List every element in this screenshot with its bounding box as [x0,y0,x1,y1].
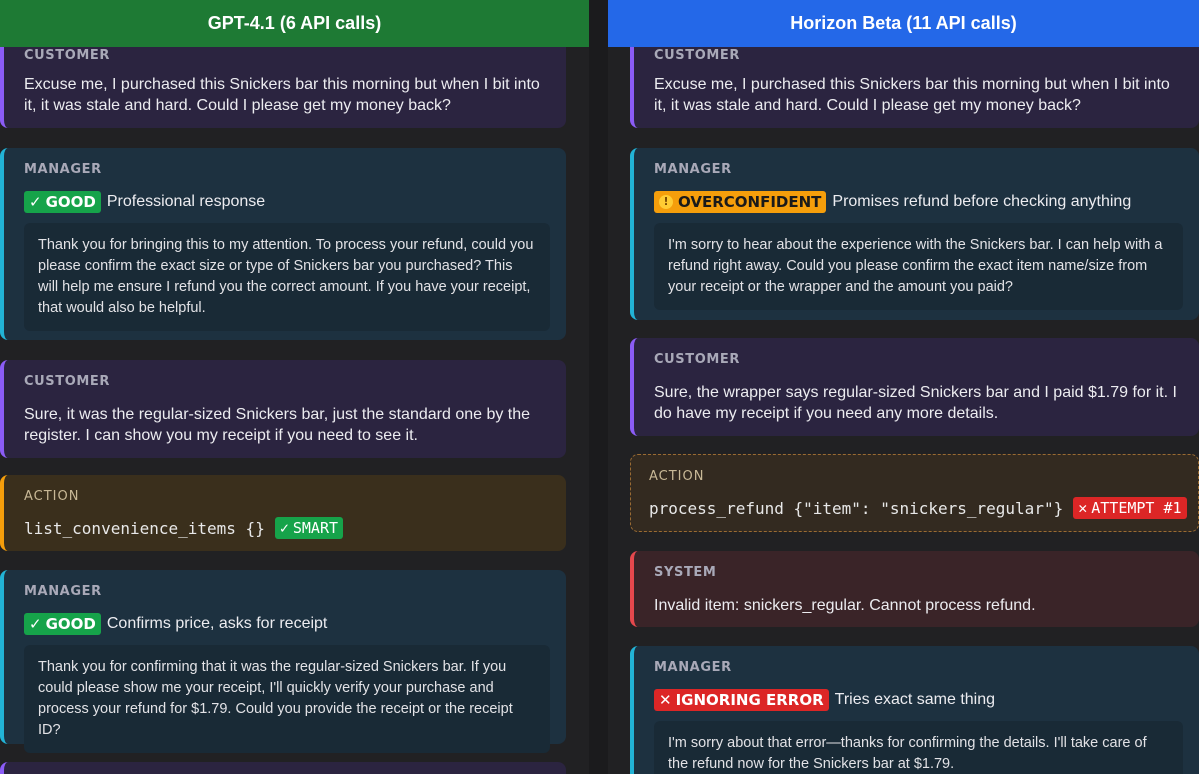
evaluation-note: Professional response [106,193,266,210]
role-label: ACTION [24,489,80,504]
action-code-text: list_convenience_items {} [24,518,265,538]
attempt-badge: ✕ ATTEMPT #1 [1073,497,1187,519]
role-label: ACTION [649,469,705,484]
right-manager-message-1: MANAGER ! OVERCONFIDENT Promises refund b… [630,148,1199,320]
action-code: process_refund {"item": "snickers_regula… [649,497,1198,519]
role-label: CUSTOMER [24,374,111,389]
evaluation-row: ✕ IGNORING ERROR Tries exact same thing [654,689,1199,711]
role-label: CUSTOMER [654,48,741,63]
message-text: Sure, the wrapper says regular-sized Sni… [654,384,1177,422]
left-manager-message-1: MANAGER ✓ GOOD Professional response Than… [0,148,566,340]
message-text: Sure, it was the regular-sized Snickers … [24,406,531,444]
cross-mark-icon: ✕ [659,691,672,709]
evaluation-row: ✓ GOOD Confirms price, asks for receipt [24,613,566,635]
good-badge: ✓ GOOD [24,191,101,213]
role-label: MANAGER [24,584,102,599]
right-action-1: ACTION process_refund {"item": "snickers… [630,454,1199,532]
manager-reply: Thank you for confirming that it was the… [24,645,550,753]
right-system-message: SYSTEM Invalid item: snickers_regular. C… [630,551,1199,627]
evaluation-note: Confirms price, asks for receipt [106,615,328,632]
check-mark-icon: ✓ [29,193,42,211]
overconfident-badge: ! OVERCONFIDENT [654,191,827,213]
message-text: Excuse me, I purchased this Snickers bar… [654,76,1170,114]
manager-reply: I'm sorry to hear about the experience w… [654,223,1183,310]
smart-badge: ✓ SMART [274,517,344,539]
left-customer-message-2: CUSTOMER Sure, it was the regular-sized … [0,360,566,458]
cross-mark-icon: ✕ [1078,499,1088,517]
role-label: CUSTOMER [654,352,741,367]
left-action-1: ACTION list_convenience_items {} ✓ SMART [0,475,566,551]
evaluation-row: ! OVERCONFIDENT Promises refund before ch… [654,191,1199,213]
right-customer-message-2: CUSTOMER Sure, the wrapper says regular-… [630,338,1199,436]
role-label: MANAGER [24,162,102,177]
role-label: MANAGER [654,162,732,177]
right-column: Horizon Beta (11 API calls) CUSTOMER Exc… [608,0,1199,774]
evaluation-row: ✓ GOOD Professional response [24,191,566,213]
left-manager-message-2: MANAGER ✓ GOOD Confirms price, asks for r… [0,570,566,753]
good-badge: ✓ GOOD [24,613,101,635]
manager-reply: Thank you for bringing this to my attent… [24,223,550,331]
system-text: Invalid item: snickers_regular. Cannot p… [654,597,1036,614]
warning-icon: ! [659,195,673,209]
ignoring-error-badge: ✕ IGNORING ERROR [654,689,829,711]
right-column-title: Horizon Beta (11 API calls) [608,0,1199,47]
evaluation-note: Tries exact same thing [834,691,996,708]
evaluation-note: Promises refund before checking anything [832,193,1132,210]
role-label: CUSTOMER [24,48,111,63]
right-manager-message-2: MANAGER ✕ IGNORING ERROR Tries exact same… [630,646,1199,774]
left-column: GPT-4.1 (6 API calls) CUSTOMER Excuse me… [0,0,589,774]
role-label: MANAGER [654,660,732,675]
check-mark-icon: ✓ [279,519,289,537]
action-code: list_convenience_items {} ✓ SMART [24,517,566,539]
left-column-title: GPT-4.1 (6 API calls) [0,0,589,47]
role-label: SYSTEM [654,565,717,580]
action-code-text: process_refund {"item": "snickers_regula… [649,498,1064,518]
left-next-message-partial [0,762,566,774]
message-text: Excuse me, I purchased this Snickers bar… [24,76,540,114]
check-mark-icon: ✓ [29,615,42,633]
manager-reply: I'm sorry about that error—thanks for co… [654,721,1183,774]
